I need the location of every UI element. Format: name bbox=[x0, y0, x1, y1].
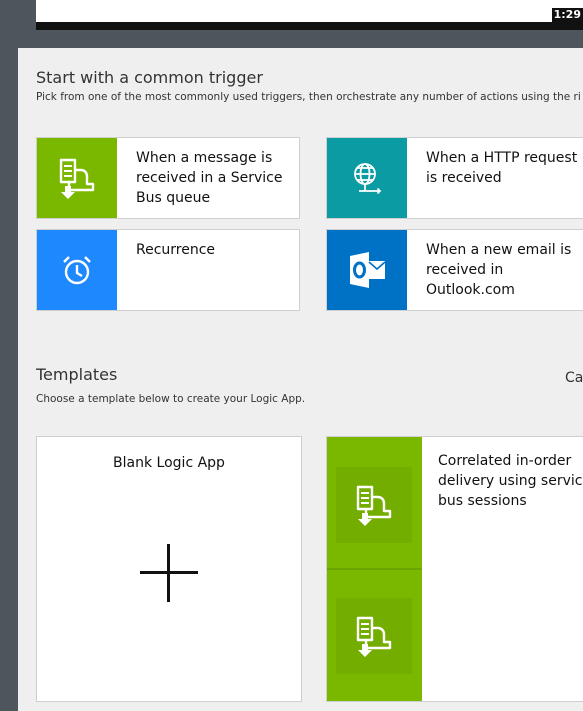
trigger-card-recurrence[interactable]: Recurrence bbox=[36, 229, 300, 311]
trigger-card-outlook[interactable]: When a new email is received in Outlook.… bbox=[326, 229, 583, 311]
trigger-section-title: Start with a common trigger bbox=[36, 68, 263, 87]
video-strip[interactable]: 1:29 bbox=[36, 0, 583, 30]
outlook-icon bbox=[327, 230, 407, 310]
trigger-card-service-bus[interactable]: When a message is received in a Service … bbox=[36, 137, 300, 219]
template-card-blank[interactable]: Blank Logic App bbox=[36, 436, 302, 702]
trigger-label: Recurrence bbox=[136, 242, 216, 258]
plus-icon bbox=[140, 544, 198, 602]
trigger-label: When a HTTP request is received bbox=[426, 150, 578, 186]
template-icon-column bbox=[327, 437, 422, 701]
trigger-label: When a new email is received in Outlook.… bbox=[426, 242, 572, 298]
templates-section-subtitle: Choose a template below to create your L… bbox=[36, 393, 306, 405]
template-card-correlated-delivery[interactable]: Correlated in-order delivery using servi… bbox=[326, 436, 583, 702]
service-bus-icon bbox=[37, 138, 117, 218]
left-rail bbox=[0, 0, 18, 711]
clock-icon bbox=[37, 230, 117, 310]
video-time: 1:29 bbox=[551, 8, 583, 22]
divider bbox=[327, 568, 422, 570]
trigger-card-http[interactable]: When a HTTP request is received bbox=[326, 137, 583, 219]
main-content: Start with a common trigger Pick from on… bbox=[18, 48, 583, 711]
service-bus-icon bbox=[336, 598, 412, 674]
trigger-section-subtitle: Pick from one of the most commonly used … bbox=[36, 91, 581, 103]
http-globe-icon bbox=[327, 138, 407, 218]
category-dropdown[interactable]: Ca bbox=[565, 370, 583, 386]
trigger-label: When a message is received in a Service … bbox=[136, 150, 283, 206]
templates-section-title: Templates bbox=[36, 365, 118, 384]
template-title: Correlated in-order delivery using servi… bbox=[438, 453, 583, 509]
template-title: Blank Logic App bbox=[113, 455, 225, 471]
service-bus-icon bbox=[336, 467, 412, 543]
